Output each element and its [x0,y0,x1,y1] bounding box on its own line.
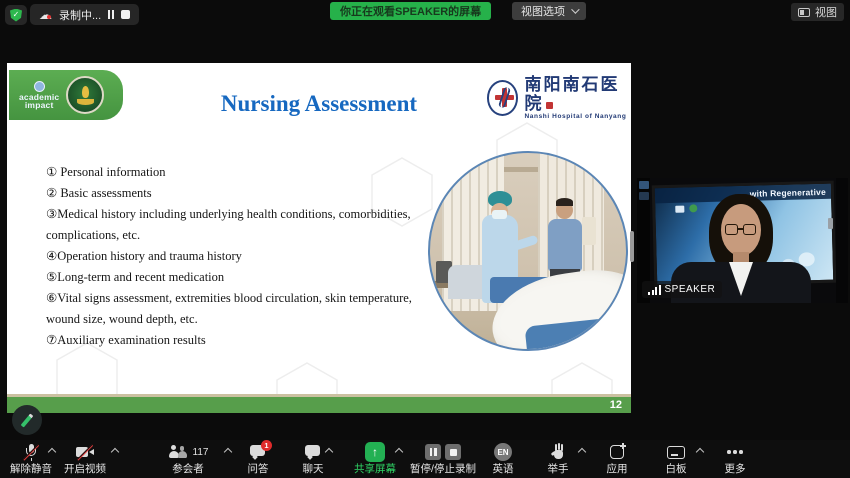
list-item: ⑥Vital signs assessment, extremities blo… [46,288,431,330]
screen-text: with Regenerative [750,187,826,199]
stop-recording-button[interactable] [121,10,130,19]
un-emblem-icon [34,81,45,92]
panel-divider-handle[interactable] [630,231,634,262]
share-screen-label: 共享屏幕 [354,462,396,476]
participants-label: 参会者 [172,462,204,476]
chat-label: 聊天 [303,462,324,476]
list-item: ② Basic assessments [46,183,431,204]
qa-label: 问答 [248,462,269,476]
language-icon: EN [494,443,512,461]
security-button[interactable]: ✓ [5,5,27,25]
list-item: ⑤Long-term and recent medication [46,267,431,288]
patient-figure [548,219,582,271]
raise-hand-icon [551,444,565,460]
pause-stop-recording-button[interactable]: 暂停/停止录制 [406,442,480,478]
whiteboard-button[interactable]: 白板 [651,442,701,478]
hospital-name-cn: 南阳南石医院 [524,75,619,113]
shared-screen-slide: academic impact Nursing Assessment 南阳南石医… [7,63,631,413]
share-screen-icon: ↑ [365,442,385,462]
apps-icon [610,445,624,459]
participants-button[interactable]: 117 参会者 [155,442,221,478]
start-video-button[interactable]: 开启视频 [56,442,114,478]
shield-check-icon: ✓ [10,9,22,22]
participants-chevron-icon[interactable] [224,448,232,456]
hospital-emblem-icon [487,80,518,116]
pencil-icon [21,413,34,427]
hospital-name-en: Nanshi Hospital of Nanyang [524,113,631,120]
unmute-label: 解除静音 [10,462,52,476]
whiteboard-label: 白板 [666,462,687,476]
start-video-label: 开启视频 [64,462,106,476]
list-item: ④Operation history and trauma history [46,246,431,267]
glasses-icon [725,224,738,235]
speaker-label: SPEAKER [665,284,716,295]
red-seal-icon [546,102,553,109]
list-item: ⑦Auxiliary examination results [46,330,431,351]
page-number: 12 [610,399,622,411]
layout-icon [798,8,810,17]
pause-recording-button[interactable] [108,9,114,21]
academic-impact-text-line2: impact [25,101,54,110]
assessment-list: ① Personal information ② Basic assessmen… [46,162,431,351]
recording-dot-icon [47,15,51,19]
meeting-toolbar: 解除静音 开启视频 117 参会者 1 问答 聊天 ↑ 共享屏幕 [0,440,850,478]
view-label: 视图 [815,4,837,20]
annotate-button[interactable] [12,405,42,435]
interpretation-label: 英语 [493,462,514,476]
list-item: ③Medical history including underlying he… [46,204,431,246]
chat-icon [305,445,321,459]
raise-hand-button[interactable]: 举手 [534,442,582,478]
view-options-button[interactable]: 视图选项 [512,2,586,20]
speaker-video-thumbnail[interactable]: with Regenerative SPEAKER [637,178,848,303]
stop-record-icon[interactable] [445,444,461,460]
hospital-logo: 南阳南石医院 Nanshi Hospital of Nanyang [487,75,631,120]
green-emblem-icon [66,76,104,114]
chat-button[interactable]: 聊天 [287,442,339,478]
un-academic-impact-logo: academic impact [19,81,59,110]
list-item: ① Personal information [46,162,431,183]
hospital-photo [428,151,628,351]
recording-indicator: ☁ 录制中... [30,4,139,25]
watching-screen-text: 你正在观看SPEAKER的屏幕 [340,3,481,19]
apps-button[interactable]: 应用 [592,442,642,478]
more-label: 更多 [725,462,746,476]
record-label: 暂停/停止录制 [410,462,476,476]
participants-count: 117 [193,447,209,458]
raise-hand-label: 举手 [548,462,569,476]
view-button[interactable]: 视图 [791,3,844,21]
participants-icon [168,445,187,459]
qa-button[interactable]: 1 问答 [232,442,284,478]
pause-record-icon[interactable] [425,444,441,460]
interpretation-button[interactable]: EN 英语 [479,442,527,478]
meeting-window: ✓ ☁ 录制中... 你正在观看SPEAKER的屏幕 视图选项 视图 [0,0,850,478]
camera-off-icon [76,446,94,459]
more-icon [727,450,743,454]
slide-footer-bar: 12 [7,397,631,413]
watching-screen-banner: 你正在观看SPEAKER的屏幕 [330,2,491,20]
whiteboard-icon [667,446,685,459]
qa-badge: 1 [261,440,272,451]
more-button[interactable]: 更多 [712,442,758,478]
audio-level-icon [648,285,661,295]
view-options-label: 视图选项 [521,3,565,19]
mic-off-icon [25,444,38,461]
recording-label: 录制中... [59,7,101,23]
speaker-name-pill: SPEAKER [642,281,722,298]
share-screen-button[interactable]: ↑ 共享屏幕 [344,442,406,478]
qa-icon: 1 [250,445,266,459]
slide-title: Nursing Assessment [104,91,534,117]
apps-label: 应用 [607,462,628,476]
chevron-down-icon [571,5,579,13]
